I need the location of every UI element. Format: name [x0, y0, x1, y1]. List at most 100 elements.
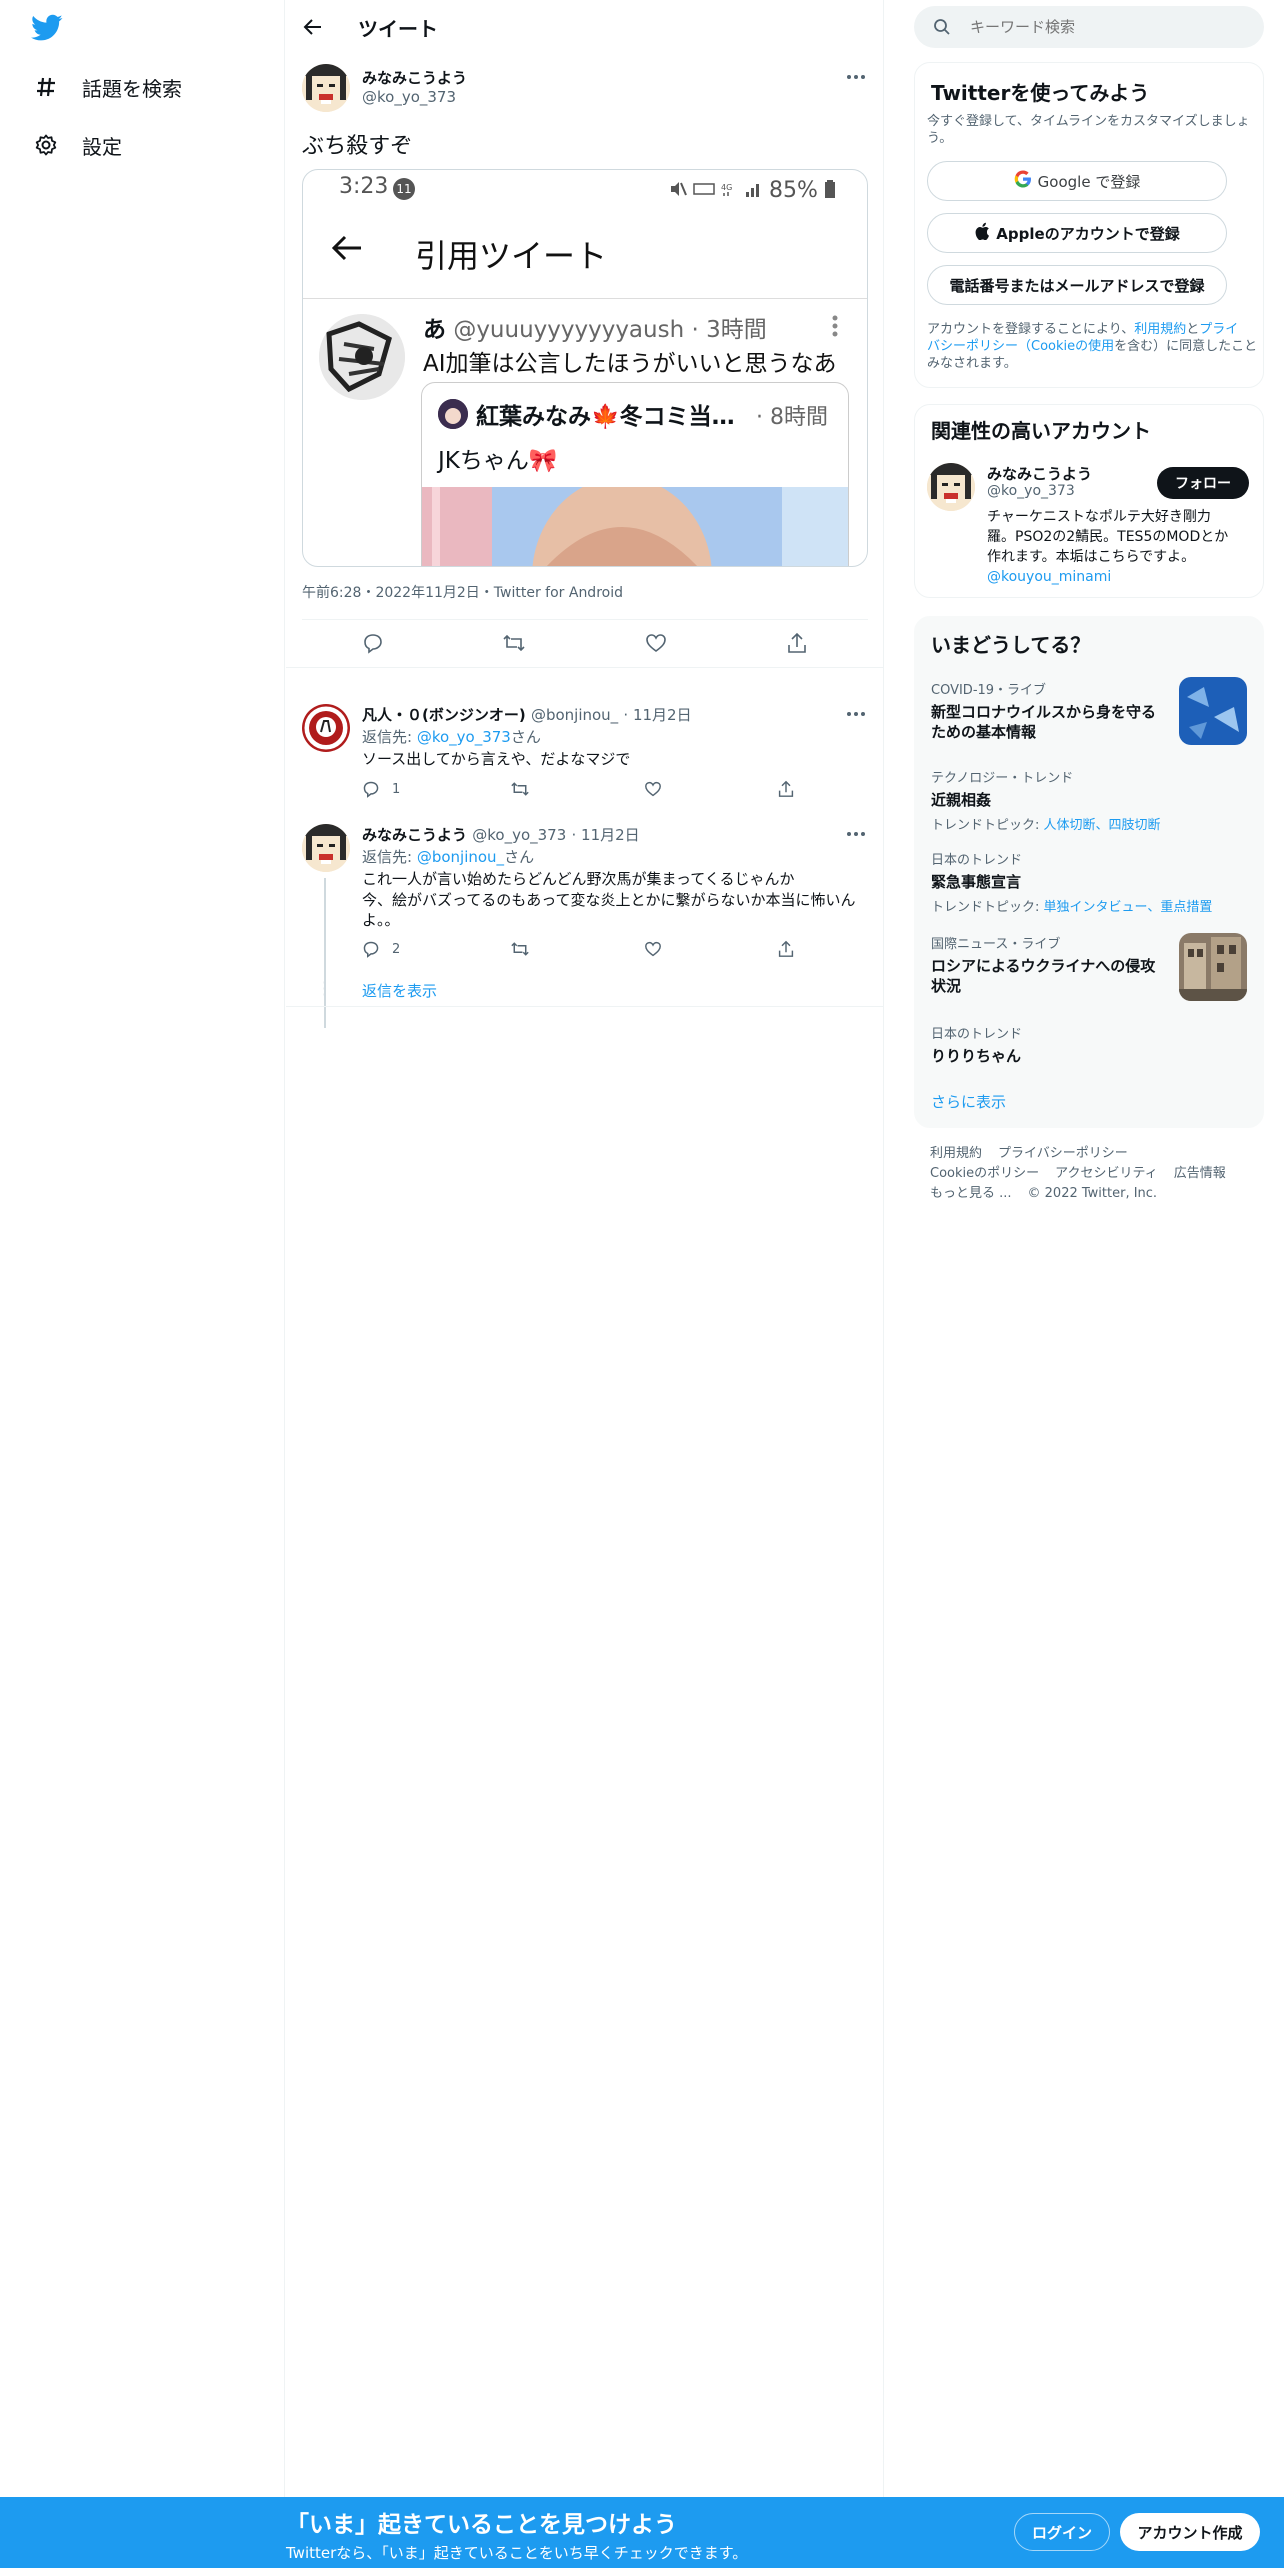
- bio-line: 作れます。本垢はこちらですよ。: [987, 549, 1196, 565]
- reply-count: 2: [392, 941, 401, 957]
- retweet-icon[interactable]: [510, 780, 644, 798]
- footer-more-link[interactable]: もっと見る ...: [930, 1186, 1012, 1201]
- reply-to-mention[interactable]: @ko_yo_373: [417, 728, 511, 746]
- retweet-icon[interactable]: [510, 940, 644, 958]
- trend-topics: トレンドトピック: 単独インタビュー、重点措置: [931, 896, 1251, 915]
- reply-button[interactable]: 1: [362, 780, 510, 798]
- phone-email-signup-button[interactable]: 電話番号またはメールアドレスで登録: [927, 265, 1227, 305]
- screenshot-title: 引用ツイート: [415, 237, 608, 275]
- reply-button[interactable]: 2: [362, 940, 510, 958]
- footer-link-cookie[interactable]: Cookieのポリシー: [930, 1166, 1039, 1181]
- reply-date[interactable]: · 11月2日: [623, 706, 691, 724]
- more-options-icon[interactable]: [842, 704, 870, 724]
- reply-action-bar: 1: [362, 780, 794, 798]
- reply-avatar[interactable]: [302, 824, 350, 872]
- author-avatar[interactable]: [302, 64, 350, 112]
- footer-copyright: © 2022 Twitter, Inc.: [1027, 1186, 1158, 1201]
- reply-to-prefix: 返信先:: [362, 848, 417, 866]
- bio-line: 羅。PSO2の2鯖民。TES5のMODとか: [987, 529, 1229, 545]
- trend-item[interactable]: テクノロジー・トレンド 近親相姦 トレンドトピック: 人体切断、四肢切断: [931, 767, 1251, 833]
- share-icon[interactable]: [778, 780, 794, 798]
- privacy-link[interactable]: バシーポリシー: [927, 339, 1018, 354]
- reply-author-name[interactable]: みなみこうよう: [362, 826, 467, 844]
- bottom-signup-bar: 「いま」起きていることを見つけよう Twitterなら、「いま」起きていることを…: [0, 2497, 1284, 2568]
- privacy-link[interactable]: プライ: [1199, 322, 1238, 337]
- signup-subtitle-line-2: う。: [927, 131, 953, 146]
- reply-to-line: 返信先: @ko_yo_373さん: [362, 726, 541, 747]
- author-handle[interactable]: @ko_yo_373: [362, 88, 456, 106]
- thread-dots: · · ·: [322, 973, 328, 1004]
- related-account-bio: チャーケニストなポルテ大好き剛力 羅。PSO2の2鯖民。TES5のMODとか 作…: [987, 507, 1257, 587]
- terms-link[interactable]: 利用規約: [1134, 322, 1186, 337]
- footer-link-privacy[interactable]: プライバシーポリシー: [998, 1146, 1128, 1161]
- trend-title: りりりちゃん: [931, 1047, 1022, 1065]
- trend-topics-links[interactable]: 単独インタビュー、重点措置: [1044, 900, 1213, 915]
- reply-tweet[interactable]: 凡人・０(ボンジンオー) @bonjinou_ · 11月2日 返信先: @ko…: [286, 700, 884, 810]
- legal-text: と: [1186, 322, 1200, 337]
- reply-author-handle[interactable]: @ko_yo_373: [472, 826, 566, 844]
- trend-topics-links[interactable]: 人体切断、四肢切断: [1044, 818, 1161, 833]
- share-icon[interactable]: [780, 626, 814, 660]
- footer-link-accessibility[interactable]: アクセシビリティ: [1055, 1166, 1158, 1181]
- related-accounts-card: 関連性の高いアカウント みなみこうよう @ko_yo_373 フォロー チャーケ…: [914, 404, 1264, 598]
- cookie-link[interactable]: Cookieの使用: [1031, 339, 1114, 354]
- search-input[interactable]: [970, 18, 1250, 36]
- trend-thumbnail[interactable]: [1179, 933, 1247, 1001]
- trend-item[interactable]: 日本のトレンド 緊急事態宣言 トレンドトピック: 単独インタビュー、重点措置: [931, 849, 1251, 915]
- battery-percent: 85%: [769, 178, 818, 203]
- reply-action-bar: 2: [362, 940, 794, 958]
- author-name[interactable]: みなみこうよう: [362, 67, 467, 88]
- signup-button[interactable]: アカウント作成: [1120, 2513, 1260, 2551]
- login-button[interactable]: ログイン: [1014, 2513, 1110, 2551]
- twitter-bird-icon[interactable]: [31, 14, 63, 42]
- reply-author-name[interactable]: 凡人・０(ボンジンオー): [362, 706, 526, 724]
- google-signup-button[interactable]: Google で登録: [927, 161, 1227, 201]
- bio-link[interactable]: @kouyou_minami: [987, 567, 1257, 587]
- trend-item[interactable]: 日本のトレンド りりりちゃん: [931, 1023, 1251, 1066]
- screenshot-quote-avatar: [319, 314, 405, 400]
- like-icon[interactable]: [644, 781, 778, 797]
- main-header: ツイート: [286, 0, 884, 54]
- show-more-link[interactable]: さらに表示: [931, 1091, 1006, 1112]
- nav-item-settings-label: 設定: [82, 134, 122, 159]
- nav-item-explore[interactable]: 話題を検索: [32, 67, 182, 107]
- reply-date[interactable]: · 11月2日: [572, 826, 640, 844]
- reply-author-handle[interactable]: @bonjinou_: [531, 706, 618, 724]
- more-options-icon[interactable]: [842, 824, 870, 844]
- trend-thumbnail[interactable]: [1179, 677, 1247, 745]
- status-icons: 4G 85%: [669, 178, 836, 203]
- signup-card: Twitterを使ってみよう 今すぐ登録して、タイムラインをカスタマイズしましょ…: [914, 62, 1264, 388]
- related-account-name[interactable]: みなみこうよう: [987, 463, 1092, 484]
- svg-text:4G: 4G: [721, 183, 732, 192]
- back-arrow-icon[interactable]: [298, 12, 328, 42]
- search-bar[interactable]: [914, 6, 1264, 48]
- nav-item-settings[interactable]: 設定: [32, 125, 122, 165]
- screenshot-nested-author: 紅葉みなみ🍁冬コミ当…: [476, 404, 735, 430]
- volte-icon: [693, 181, 715, 200]
- related-account-handle[interactable]: @ko_yo_373: [987, 483, 1075, 499]
- screenshot-nested-time: · 8時間: [756, 405, 828, 430]
- like-icon[interactable]: [639, 626, 673, 660]
- search-icon: [932, 17, 952, 37]
- footer-link-terms[interactable]: 利用規約: [930, 1146, 982, 1161]
- show-replies-link[interactable]: 返信を表示: [362, 980, 437, 1001]
- trend-topics-prefix: トレンドトピック:: [931, 900, 1044, 915]
- footer-link-ads[interactable]: 広告情報: [1174, 1166, 1226, 1181]
- follow-button[interactable]: フォロー: [1157, 467, 1249, 499]
- apple-signup-button[interactable]: Appleのアカウントで登録: [927, 213, 1227, 253]
- page-title: ツイート: [358, 17, 438, 41]
- share-icon[interactable]: [778, 940, 794, 958]
- retweet-icon[interactable]: [497, 626, 531, 660]
- like-icon[interactable]: [644, 941, 778, 957]
- reply-icon[interactable]: [356, 626, 390, 660]
- related-account-avatar[interactable]: [927, 463, 975, 511]
- reply-to-mention[interactable]: @bonjinou_: [417, 848, 504, 866]
- status-notification-badge: 11: [393, 178, 415, 200]
- tweet-media-screenshot[interactable]: 3:23 11 4G 85% 引用ツイート あ @yuuuyyyyyyyaush…: [302, 169, 868, 567]
- more-options-icon[interactable]: [842, 67, 870, 87]
- reply-avatar[interactable]: [302, 704, 350, 752]
- reply-text-line-2: 今、絵がバズってるのもあって変な炎上とかに繋がらないか本当に怖いん: [362, 891, 856, 909]
- reply-header: 凡人・０(ボンジンオー) @bonjinou_ · 11月2日: [362, 704, 692, 725]
- tweet-meta: 午前6:28・2022年11月2日・Twitter for Android: [302, 585, 623, 601]
- screenshot-nested-image: [422, 477, 848, 566]
